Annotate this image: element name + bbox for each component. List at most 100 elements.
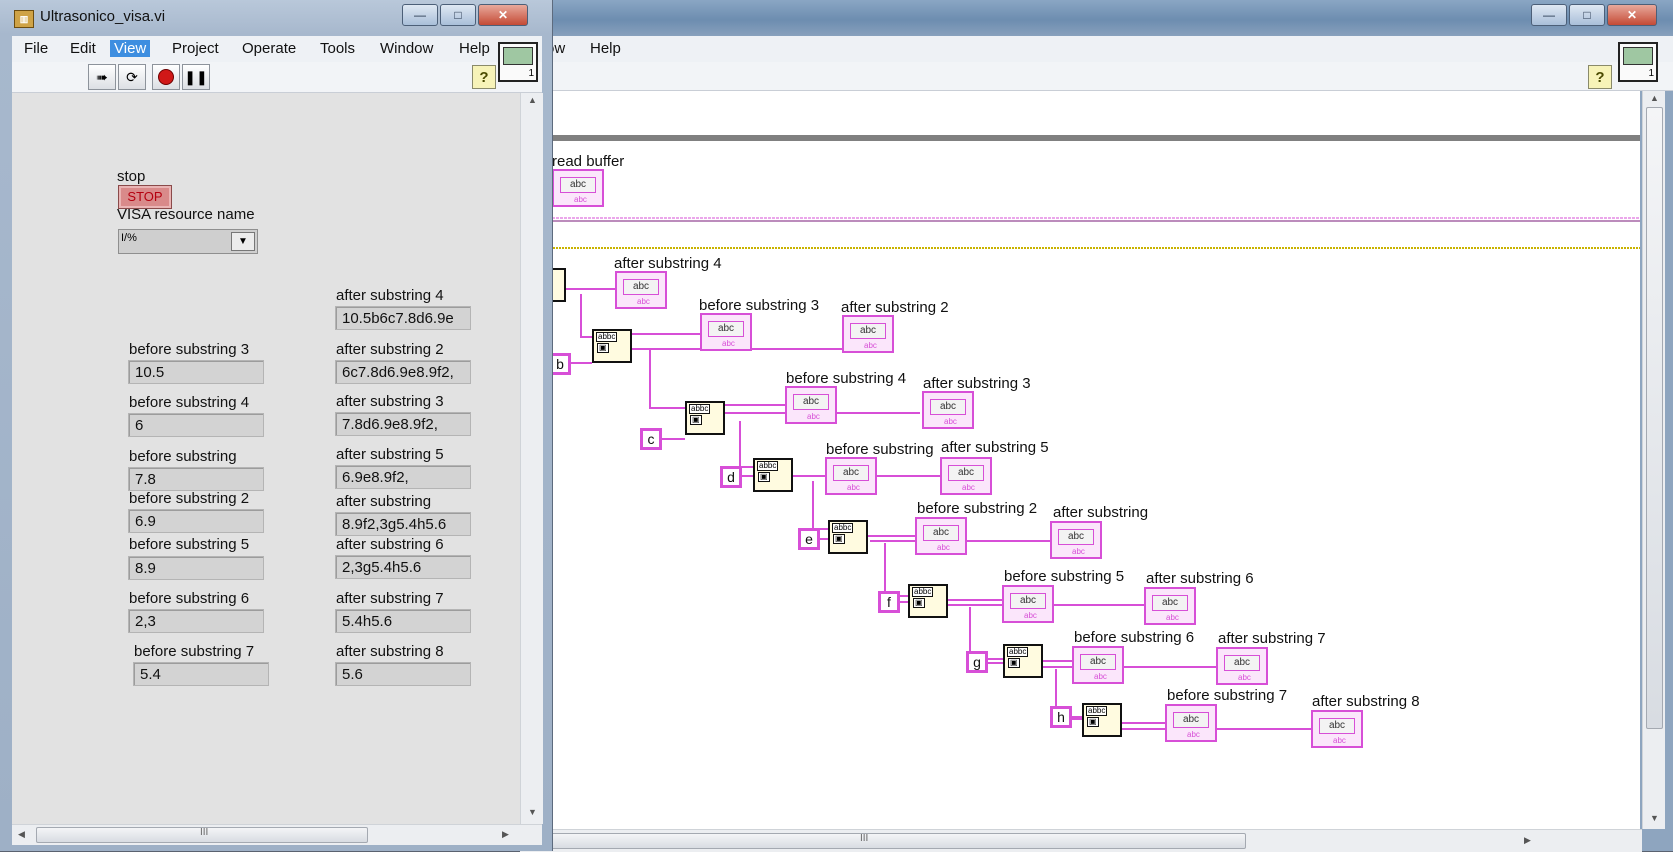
menu-window[interactable]: Window — [380, 40, 433, 57]
vi-icon-number: 1 — [528, 68, 534, 79]
before-substring-label: before substring — [826, 441, 934, 458]
scroll-thumb[interactable] — [1646, 107, 1663, 729]
block-diagram-canvas[interactable]: read buffer abc abc abbc ▣ abbc ▣ abbc ▣ abb… — [520, 91, 1640, 829]
vi-icon[interactable]: 1 — [498, 42, 538, 82]
before-substring-7-label: before substring 7 — [1167, 687, 1288, 704]
menu-view[interactable]: View — [110, 40, 151, 57]
after-substring-8-label: after substring 8 — [336, 643, 444, 660]
match-pattern-function[interactable]: abbc▣ — [828, 520, 868, 554]
before-substring-5-terminal[interactable]: abc abc — [1002, 585, 1054, 623]
block-diagram-toolbar: ? — [520, 62, 1673, 91]
scroll-up-arrow-icon[interactable]: ▲ — [528, 95, 537, 105]
scroll-down-arrow-icon[interactable]: ▼ — [528, 807, 537, 817]
constant-h[interactable]: h — [1050, 706, 1072, 728]
match-pattern-function[interactable]: abbc▣ — [592, 329, 632, 363]
before-substring-3-label: before substring 3 — [129, 341, 250, 358]
vi-icon-number: 1 — [1648, 68, 1654, 79]
constant-e[interactable]: e — [798, 528, 820, 550]
context-help-icon[interactable]: ? — [1588, 65, 1612, 89]
after-substring-2-terminal[interactable]: abc abc — [842, 315, 894, 353]
match-pattern-function[interactable]: abbc▣ — [1003, 644, 1043, 678]
before-substring-6-indicator: 2,3 — [128, 609, 264, 633]
scroll-right-arrow-icon[interactable]: ▶ — [502, 829, 509, 840]
after-substring-8-terminal[interactable]: abc abc — [1311, 710, 1363, 748]
before-substring-7-terminal[interactable]: abc abc — [1165, 704, 1217, 742]
match-pattern-function[interactable]: abbc▣ — [685, 401, 725, 435]
front-panel-vertical-scrollbar[interactable]: ▲ ▼ — [520, 93, 543, 824]
after-substring-5-terminal[interactable]: abc abc — [940, 457, 992, 495]
minimize-button[interactable]: — — [402, 4, 438, 26]
menu-edit[interactable]: Edit — [70, 40, 96, 57]
after-substring-3-terminal[interactable]: abc abc — [922, 391, 974, 429]
after-substring-3-label: after substring 3 — [336, 393, 444, 410]
after-substring-2-label: after substring 2 — [336, 341, 444, 358]
before-substring-2-indicator: 6.9 — [128, 509, 264, 533]
before-substring-2-label: before substring 2 — [129, 490, 250, 507]
scroll-down-arrow-icon[interactable]: ▼ — [1650, 813, 1659, 823]
constant-d[interactable]: d — [720, 466, 742, 488]
maximize-button[interactable]: □ — [440, 4, 476, 26]
after-substring-2-label: after substring 2 — [841, 299, 949, 316]
after-substring-7-indicator: 5.4h5.6 — [335, 609, 471, 633]
before-substring-4-terminal[interactable]: abc abc — [785, 386, 837, 424]
before-substring-7-label: before substring 7 — [134, 643, 255, 660]
constant-c[interactable]: c — [640, 428, 662, 450]
before-substring-5-label: before substring 5 — [1004, 568, 1125, 585]
before-substring-5-label: before substring 5 — [129, 536, 250, 553]
menu-help[interactable]: Help — [459, 40, 490, 57]
constant-f[interactable]: f — [878, 591, 900, 613]
close-button[interactable]: ✕ — [1607, 4, 1657, 26]
front-panel-horizontal-scrollbar[interactable]: ◀ III ▶ — [12, 824, 542, 845]
visa-resource-icon: I/% — [121, 232, 137, 244]
run-continuously-icon[interactable]: ⟳ — [118, 64, 146, 90]
after-substring-8-label: after substring 8 — [1312, 693, 1420, 710]
read-buffer-terminal[interactable]: abc abc — [552, 169, 604, 207]
chevron-down-icon[interactable]: ▼ — [231, 232, 255, 251]
block-diagram-vertical-scrollbar[interactable]: ▲ ▼ — [1642, 91, 1665, 829]
menu-help[interactable]: Help — [590, 40, 621, 57]
block-diagram-window: — □ ✕ ow Help ? 1 read buffer abc abc ab… — [520, 0, 1673, 852]
window-title: Ultrasonico_visa.vi — [40, 8, 166, 25]
visa-resource-label: VISA resource name — [117, 206, 255, 223]
run-arrow-icon[interactable]: ➠ — [88, 64, 116, 90]
after-substring-6-terminal[interactable]: abc abc — [1144, 587, 1196, 625]
maximize-button[interactable]: □ — [1569, 4, 1605, 26]
after-substring-7-terminal[interactable]: abc abc — [1216, 647, 1268, 685]
after-substring-5-label: after substring 5 — [336, 446, 444, 463]
minimize-button[interactable]: — — [1531, 4, 1567, 26]
after-substring-4-terminal[interactable]: abc abc — [615, 271, 667, 309]
before-substring-6-label: before substring 6 — [129, 590, 250, 607]
match-pattern-function[interactable]: abbc▣ — [1082, 703, 1122, 737]
scroll-up-arrow-icon[interactable]: ▲ — [1650, 93, 1659, 103]
front-panel-menubar: File Edit View Project Operate Tools Win… — [12, 36, 542, 63]
scroll-thumb[interactable] — [524, 833, 1246, 849]
menu-file[interactable]: File — [24, 40, 48, 57]
scroll-right-arrow-icon[interactable]: ▶ — [1524, 835, 1531, 846]
before-substring-3-label: before substring 3 — [699, 297, 820, 314]
context-help-icon[interactable]: ? — [472, 65, 496, 89]
scroll-left-arrow-icon[interactable]: ◀ — [18, 829, 25, 840]
visa-resource-selector[interactable]: I/% ▼ — [118, 229, 258, 254]
after-substring-terminal[interactable]: abc abc — [1050, 521, 1102, 559]
before-substring-2-terminal[interactable]: abc abc — [915, 517, 967, 555]
after-substring-8-indicator: 5.6 — [335, 662, 471, 686]
before-substring-6-terminal[interactable]: abc abc — [1072, 646, 1124, 684]
scroll-grip-icon: III — [200, 827, 209, 838]
close-button[interactable]: ✕ — [478, 4, 528, 26]
constant-g[interactable]: g — [966, 651, 988, 673]
menu-project[interactable]: Project — [172, 40, 219, 57]
pause-icon[interactable]: ❚❚ — [182, 64, 210, 90]
before-substring-terminal[interactable]: abc abc — [825, 457, 877, 495]
match-pattern-function[interactable]: abbc▣ — [908, 584, 948, 618]
block-diagram-horizontal-scrollbar[interactable]: III ▶ — [520, 829, 1642, 852]
match-pattern-function[interactable]: abbc▣ — [753, 458, 793, 492]
after-substring-label: after substring — [1053, 504, 1149, 521]
before-substring-3-terminal[interactable]: abc abc — [700, 313, 752, 351]
menu-operate[interactable]: Operate — [242, 40, 296, 57]
abort-icon[interactable] — [152, 64, 180, 90]
menu-tools[interactable]: Tools — [320, 40, 355, 57]
after-substring-5-indicator: 6.9e8.9f2, — [335, 465, 471, 489]
front-panel-canvas[interactable] — [12, 93, 520, 824]
after-substring-4-label: after substring 4 — [614, 255, 722, 272]
vi-icon[interactable]: 1 — [1618, 42, 1658, 82]
